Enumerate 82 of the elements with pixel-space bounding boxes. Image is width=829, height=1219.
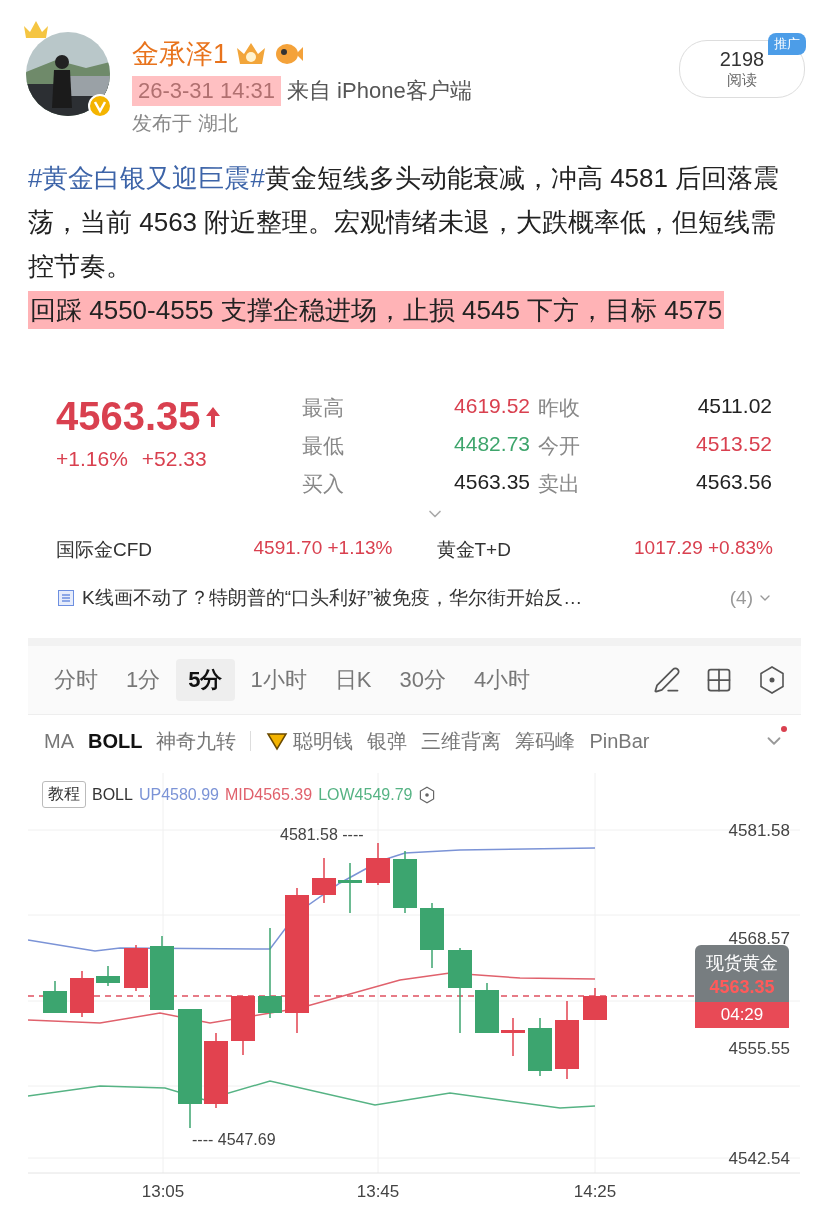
instrument-name: 黄金T+D: [436, 538, 511, 562]
price-axis-label: 4581.58: [728, 821, 790, 840]
period-tab[interactable]: 4小时: [461, 659, 543, 701]
candlestick: [583, 987, 607, 1021]
period-tab[interactable]: 1小时: [238, 659, 319, 701]
indicator-name: BOLL: [92, 785, 133, 804]
draw-tool-icon[interactable]: [653, 666, 681, 694]
settings-icon[interactable]: [418, 785, 437, 804]
candlestick: [528, 1017, 552, 1077]
post-paragraph: #黄金白银又迎巨震#黄金短线多头动能衰减，冲高 4581 后回落震荡，当前 4563 附近整理。宏观情绪未退，大跌概率低，但短线需控节奏。: [28, 162, 781, 283]
news-count[interactable]: (4): [729, 587, 773, 609]
news-headline[interactable]: K线画不动了？特朗普的“口头利好”被免疫，华尔街开始反…: [82, 585, 722, 611]
settings-icon[interactable]: [757, 665, 787, 695]
author-name[interactable]: 金承泽1: [132, 36, 229, 72]
period-tab[interactable]: 日K: [322, 659, 384, 701]
instrument-quote: 4591.70 +1.13%: [253, 537, 393, 560]
read-label: 阅读: [727, 71, 757, 90]
indicator-tab[interactable]: 神奇九转: [156, 727, 237, 755]
post-source: 来自 iPhone客户端: [287, 77, 472, 105]
current-price: 4563.35: [56, 394, 201, 439]
band-value: MID4565.39: [225, 785, 313, 804]
period-tab[interactable]: 30分: [387, 659, 458, 701]
candlestick: [338, 862, 362, 914]
candlestick: [366, 842, 390, 886]
stat-value: 4511.02: [696, 394, 772, 419]
post-location: 发布于 湖北: [132, 111, 239, 136]
promo-tag: 推广: [768, 33, 806, 55]
stat-value: 4619.52: [453, 394, 530, 419]
indicator-tab[interactable]: 筹码峰: [515, 727, 576, 755]
stat-value: 4563.35: [453, 470, 530, 495]
candlestick: [420, 902, 444, 969]
candlestick: [231, 995, 255, 1056]
candlestick: [96, 965, 120, 987]
price-axis-label: 4542.54: [728, 1149, 790, 1168]
stat-label: 最低: [302, 433, 345, 459]
instrument-quote: 1017.29 +0.83%: [634, 537, 773, 560]
indicator-tab[interactable]: 银弹: [367, 727, 408, 755]
candlestick: [312, 857, 336, 904]
stat-label: 昨收: [538, 395, 581, 421]
up-arrow-icon: [204, 405, 221, 428]
stat-label: 卖出: [538, 471, 581, 497]
article-icon: [58, 590, 74, 606]
time-axis-label: 13:45: [356, 1182, 400, 1201]
period-tab[interactable]: 1分: [114, 659, 173, 701]
indicator-tab[interactable]: 聪明钱: [265, 727, 354, 755]
candlestick: [475, 982, 499, 1034]
indicator-tab[interactable]: MA: [44, 729, 74, 753]
stat-label: 今开: [538, 433, 581, 459]
change-amount: +52.33: [141, 447, 207, 471]
post-time: 26-3-31 14:31: [132, 76, 281, 106]
indicator-tab[interactable]: BOLL: [88, 729, 143, 753]
candlestick: [393, 850, 417, 914]
period-tab[interactable]: 分时: [42, 659, 110, 701]
stat-value: 4563.56: [695, 470, 772, 495]
instrument-name: 国际金CFD: [56, 538, 153, 562]
band-value: LOW4549.79: [318, 785, 413, 804]
candlestick: [70, 970, 94, 1018]
candlestick: [43, 980, 67, 1014]
price-axis-label: 4568.57: [728, 929, 790, 948]
tooltip-title: 现货黄金: [706, 952, 778, 975]
indicator-tab[interactable]: PinBar: [589, 729, 650, 753]
low-price-marker: ---- 4547.69: [192, 1131, 276, 1148]
band-value: UP4580.99: [138, 785, 219, 804]
candlestick: [124, 944, 148, 992]
change-percent: +1.16%: [56, 447, 128, 471]
tooltip-price: 4563.35: [709, 977, 775, 998]
read-count: 2198: [719, 48, 765, 71]
stat-value: 4513.52: [695, 432, 772, 457]
stat-label: 买入: [302, 471, 345, 497]
time-axis-label: 13:05: [141, 1182, 185, 1201]
stat-value: 4482.73: [453, 432, 530, 457]
countdown: 04:29: [695, 1002, 789, 1028]
time-axis-label: 14:25: [573, 1182, 617, 1201]
tutorial-button[interactable]: 教程: [42, 781, 86, 808]
period-tab[interactable]: 5分: [176, 659, 235, 701]
stat-label: 最高: [302, 395, 345, 421]
high-price-marker: 4581.58 ----: [280, 826, 364, 843]
indicator-tab[interactable]: 三维背离: [421, 727, 502, 755]
price-axis-label: 4555.55: [728, 1039, 790, 1058]
candlestick: [501, 1017, 525, 1057]
grid-icon[interactable]: [705, 666, 733, 694]
fish-icon: [274, 42, 305, 66]
